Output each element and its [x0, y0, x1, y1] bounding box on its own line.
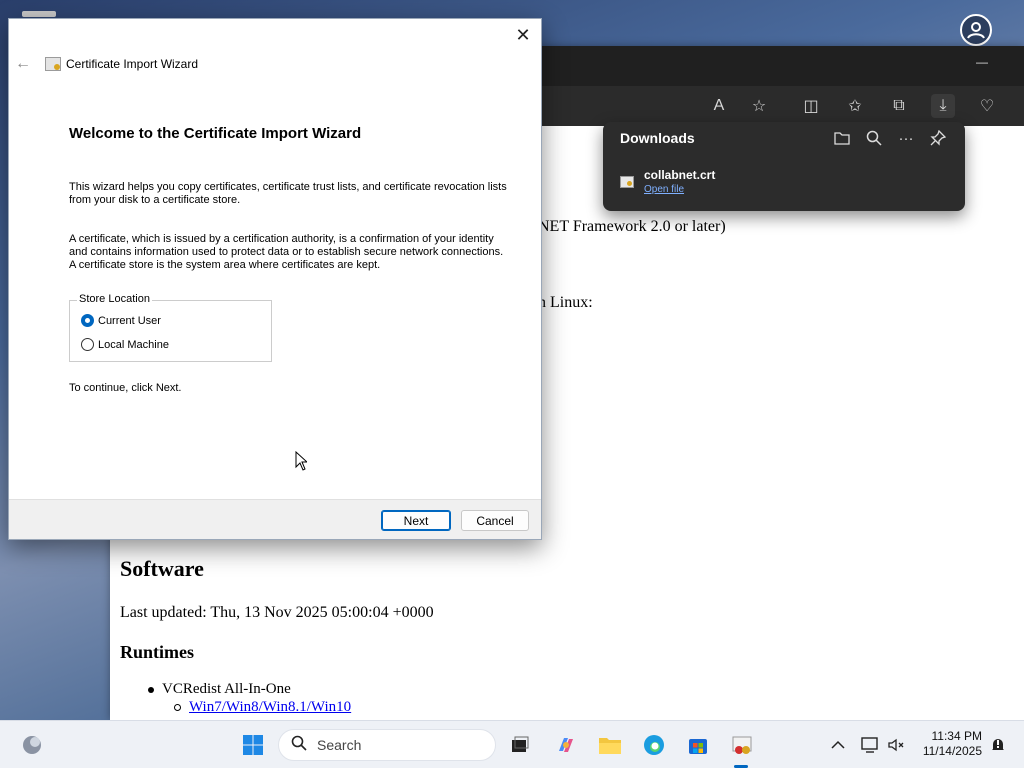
- widgets-icon[interactable]: [20, 733, 44, 757]
- close-icon[interactable]: ✕: [513, 25, 533, 45]
- show-hidden-icons-icon[interactable]: [826, 733, 850, 757]
- collections-icon[interactable]: ⧉: [887, 94, 911, 118]
- certificate-import-wizard-dialog: ✕ ← Certificate Import Wizard Welcome to…: [8, 18, 542, 540]
- more-icon[interactable]: ···: [896, 128, 916, 148]
- list-item: VCRedist All-In-One: [148, 681, 291, 698]
- certificate-file-icon: [620, 176, 634, 188]
- store-location-label: Store Location: [77, 293, 152, 305]
- favorites-icon[interactable]: ✩: [843, 94, 867, 118]
- volume-muted-icon[interactable]: [884, 733, 908, 757]
- downloads-icon[interactable]: ⤓: [931, 94, 955, 118]
- downloads-flyout: Downloads ··· collabnet.crt Open file: [603, 122, 965, 211]
- page-text-fragment: NET Framework 2.0 or later): [538, 218, 726, 235]
- mouse-cursor-icon: [295, 451, 307, 471]
- win-versions-link[interactable]: Win7/Win8/Win8.1/Win10: [189, 699, 351, 715]
- wizard-certificate-info: A certificate, which is issued by a cert…: [69, 233, 504, 271]
- search-icon: [291, 735, 307, 756]
- edge-browser-icon[interactable]: [642, 733, 666, 757]
- clock-time: 11:34 PM: [931, 729, 982, 743]
- taskbar-clock[interactable]: 11:34 PM 11/14/2025: [923, 729, 982, 759]
- certificate-manager-icon[interactable]: [730, 733, 754, 757]
- downloads-title: Downloads: [620, 130, 695, 146]
- continue-instruction: To continue, click Next.: [69, 382, 182, 394]
- favorite-star-icon[interactable]: ☆: [747, 94, 771, 118]
- split-screen-icon[interactable]: ◫: [799, 94, 823, 118]
- radio-current-user[interactable]: Current User: [81, 314, 161, 327]
- desktop-window-edge: [22, 11, 56, 17]
- download-file-name[interactable]: collabnet.crt: [644, 168, 715, 182]
- profile-icon[interactable]: [960, 14, 992, 46]
- certificate-icon: [45, 57, 61, 71]
- microsoft-store-icon[interactable]: [686, 733, 710, 757]
- radio-local-machine[interactable]: Local Machine: [81, 338, 169, 351]
- search-label: Search: [317, 737, 362, 753]
- circle-bullet-icon: [174, 704, 181, 712]
- copilot-icon[interactable]: [554, 733, 578, 757]
- next-button[interactable]: Next: [381, 510, 451, 531]
- pin-icon[interactable]: [928, 128, 948, 148]
- radio-selected-icon[interactable]: [81, 314, 94, 327]
- wizard-title: Certificate Import Wizard: [66, 57, 199, 71]
- taskbar-search-box[interactable]: Search: [278, 729, 496, 761]
- list-subitem: Win7/Win8/Win8.1/Win10: [174, 699, 351, 716]
- clock-date: 11/14/2025: [922, 744, 982, 758]
- search-icon[interactable]: [864, 128, 884, 148]
- minimize-icon[interactable]: —: [976, 56, 988, 68]
- bullet-icon: [148, 686, 154, 693]
- network-icon[interactable]: [858, 733, 882, 757]
- file-explorer-icon[interactable]: [598, 733, 622, 757]
- browser-essentials-icon[interactable]: ♡: [975, 94, 999, 118]
- page-text-fragment: n Linux:: [538, 294, 593, 311]
- software-heading: Software: [120, 556, 204, 581]
- back-arrow-icon[interactable]: ←: [13, 55, 33, 73]
- folder-icon[interactable]: [832, 128, 852, 148]
- open-file-link[interactable]: Open file: [644, 184, 684, 195]
- taskbar: Search 11:34 PM 11/14/2025: [0, 720, 1024, 768]
- read-aloud-icon[interactable]: A: [707, 94, 731, 118]
- start-windows-icon[interactable]: [241, 733, 265, 757]
- store-location-group: [69, 300, 272, 362]
- runtimes-heading: Runtimes: [120, 642, 195, 662]
- wizard-footer: Next Cancel: [9, 499, 541, 539]
- last-updated-text: Last updated: Thu, 13 Nov 2025 05:00:04 …: [120, 604, 434, 621]
- wizard-heading: Welcome to the Certificate Import Wizard: [69, 125, 362, 142]
- task-view-icon[interactable]: [508, 733, 532, 757]
- notifications-icon[interactable]: [986, 733, 1010, 757]
- wizard-description: This wizard helps you copy certificates,…: [69, 181, 507, 206]
- radio-unselected-icon[interactable]: [81, 338, 94, 351]
- cancel-button[interactable]: Cancel: [461, 510, 529, 531]
